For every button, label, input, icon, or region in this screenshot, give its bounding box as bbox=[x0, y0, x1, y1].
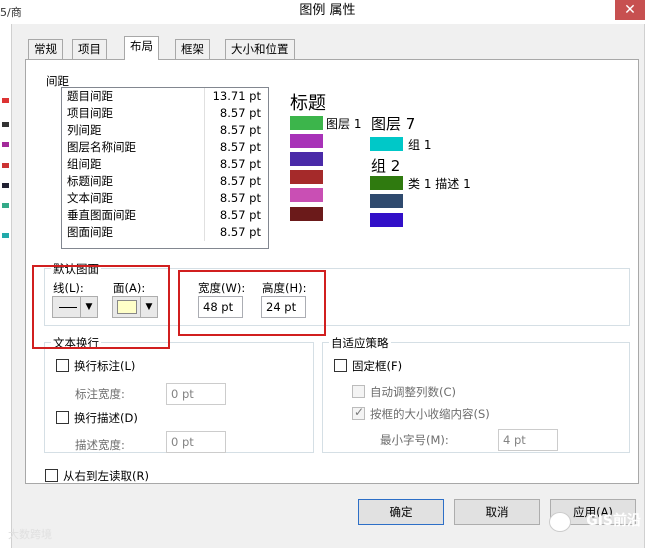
preview-group1: 组 1 bbox=[408, 138, 432, 152]
fixed-frame-checkbox[interactable] bbox=[334, 359, 347, 372]
list-item[interactable]: 组间距 8.57 pt bbox=[62, 156, 268, 173]
watermark-left: 大数跨境 bbox=[8, 528, 52, 541]
swatch-3 bbox=[290, 152, 323, 166]
desc-width-input[interactable]: 0 pt bbox=[166, 431, 226, 453]
watermark-right: GIS前沿 bbox=[586, 513, 641, 529]
swatch-2 bbox=[290, 134, 323, 148]
fitting-strategy-group: 自适应策略 固定框(F) 自动调整列数(C) 按框的大小收缩内容(S) 最小字号… bbox=[322, 335, 630, 453]
swatch-7 bbox=[370, 137, 403, 151]
tab-frame[interactable]: 框架 bbox=[175, 39, 210, 59]
swatch-4 bbox=[290, 170, 323, 184]
desc-width-label: 描述宽度: bbox=[75, 438, 125, 452]
list-item[interactable]: 图面间距 8.57 pt bbox=[62, 224, 268, 241]
wrap-label-text: 换行标注(L) bbox=[74, 359, 136, 373]
preview-layer7: 图层 7 bbox=[371, 115, 416, 133]
legend-properties-dialog: 5/商 图例 属性 ✕ 常规 项目 布局 框架 大小和位置 间距 题目间距 13.… bbox=[0, 0, 655, 548]
shrink-content-text: 按框的大小收缩内容(S) bbox=[370, 407, 490, 421]
label-width-input[interactable]: 0 pt bbox=[166, 383, 226, 405]
swatch-9 bbox=[370, 194, 403, 208]
list-item[interactable]: 列间距 8.57 pt bbox=[62, 122, 268, 139]
close-button[interactable]: ✕ bbox=[615, 0, 645, 20]
wrap-label-checkbox[interactable] bbox=[56, 359, 69, 372]
fixed-frame-text: 固定框(F) bbox=[352, 359, 403, 373]
fitting-strategy-label: 自适应策略 bbox=[329, 335, 391, 351]
list-item[interactable]: 题目间距 13.71 pt bbox=[62, 88, 268, 105]
annotation-box-patch-size bbox=[178, 270, 326, 336]
list-item[interactable]: 垂直图面间距 8.57 pt bbox=[62, 207, 268, 224]
preview-class-desc: 类 1 描述 1 bbox=[408, 177, 471, 191]
swatch-6 bbox=[290, 207, 323, 221]
title-bar[interactable]: 5/商 图例 属性 ✕ bbox=[0, 0, 655, 24]
right-to-left-text: 从右到左读取(R) bbox=[63, 469, 149, 483]
wrap-desc-text: 换行描述(D) bbox=[74, 411, 138, 425]
wechat-icon bbox=[549, 512, 571, 532]
shrink-content-checkbox[interactable] bbox=[352, 405, 365, 420]
tab-general[interactable]: 常规 bbox=[28, 39, 63, 59]
tab-layout[interactable]: 布局 bbox=[124, 36, 159, 60]
dialog-title: 图例 属性 bbox=[299, 3, 356, 18]
cancel-button[interactable]: 取消 bbox=[454, 499, 540, 525]
ok-button[interactable]: 确定 bbox=[358, 499, 444, 525]
list-item[interactable]: 图层名称间距 8.57 pt bbox=[62, 139, 268, 156]
preview-title: 标题 bbox=[290, 93, 326, 114]
min-font-input[interactable]: 4 pt bbox=[498, 429, 558, 451]
tab-items[interactable]: 项目 bbox=[72, 39, 107, 59]
list-item[interactable]: 标题间距 8.57 pt bbox=[62, 173, 268, 190]
preview-group2: 组 2 bbox=[371, 157, 401, 175]
swatch-10 bbox=[370, 213, 403, 227]
annotation-box-patch-type bbox=[32, 265, 170, 349]
preview-layer1: 图层 1 bbox=[326, 117, 362, 131]
swatch-8 bbox=[370, 176, 403, 190]
close-icon: ✕ bbox=[624, 2, 636, 18]
auto-columns-checkbox[interactable] bbox=[352, 385, 365, 398]
swatch-5 bbox=[290, 188, 323, 202]
swatch-1 bbox=[290, 116, 323, 130]
right-to-left-checkbox[interactable] bbox=[45, 469, 58, 482]
text-wrap-group: 文本换行 换行标注(L) 标注宽度: 0 pt 换行描述(D) 描述宽度: 0 … bbox=[44, 335, 314, 453]
spacing-list[interactable]: 题目间距 13.71 pt 项目间距 8.57 pt 列间距 8.57 pt 图层名称… bbox=[61, 87, 269, 249]
min-font-label: 最小字号(M): bbox=[380, 433, 449, 447]
list-item[interactable]: 项目间距 8.57 pt bbox=[62, 105, 268, 122]
label-width-label: 标注宽度: bbox=[75, 387, 125, 401]
spacing-group: 间距 题目间距 13.71 pt 项目间距 8.57 pt 列间距 8.57 pt 图… bbox=[44, 73, 630, 252]
wrap-desc-checkbox[interactable] bbox=[56, 411, 69, 424]
tab-size-position[interactable]: 大小和位置 bbox=[225, 39, 295, 59]
list-item[interactable]: 文本间距 8.57 pt bbox=[62, 190, 268, 207]
auto-columns-text: 自动调整列数(C) bbox=[370, 385, 457, 399]
